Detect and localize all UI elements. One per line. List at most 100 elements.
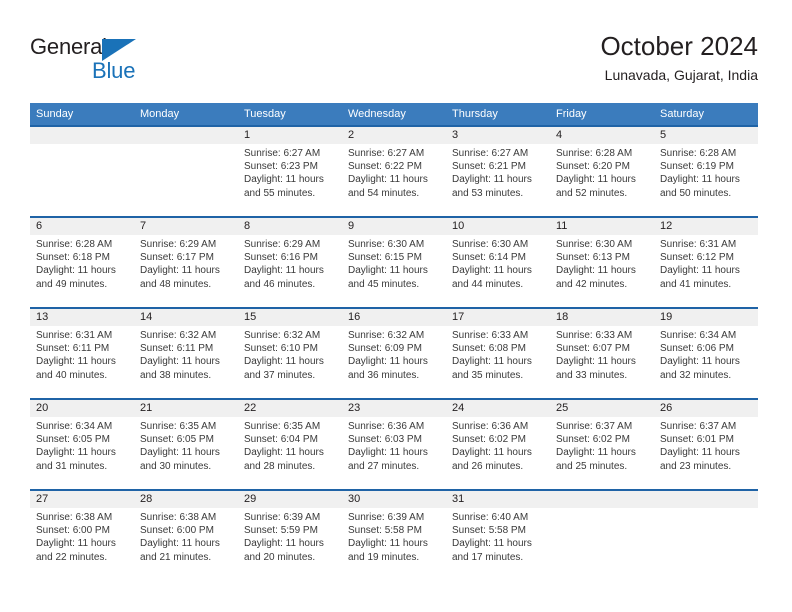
day-number[interactable]: 26 xyxy=(654,400,758,417)
daylight-text-line2: and 50 minutes. xyxy=(660,187,732,199)
day-cell[interactable]: Sunrise: 6:39 AM Sunset: 5:59 PM Dayligh… xyxy=(238,508,342,580)
day-number[interactable] xyxy=(550,491,654,508)
day-number[interactable]: 31 xyxy=(446,491,550,508)
day-cell[interactable]: Sunrise: 6:38 AM Sunset: 6:00 PM Dayligh… xyxy=(30,508,134,580)
day-cell[interactable]: Sunrise: 6:28 AM Sunset: 6:20 PM Dayligh… xyxy=(550,144,654,216)
day-cell[interactable]: Sunrise: 6:38 AM Sunset: 6:00 PM Dayligh… xyxy=(134,508,238,580)
daylight-text-line2: and 36 minutes. xyxy=(348,369,420,381)
brand-logo[interactable]: General Blue xyxy=(30,34,160,88)
brand-name-blue: Blue xyxy=(92,58,136,83)
day-number[interactable]: 24 xyxy=(446,400,550,417)
daylight-text-line2: and 45 minutes. xyxy=(348,278,420,290)
day-cell[interactable]: Sunrise: 6:27 AM Sunset: 6:23 PM Dayligh… xyxy=(238,144,342,216)
day-cell[interactable]: Sunrise: 6:35 AM Sunset: 6:04 PM Dayligh… xyxy=(238,417,342,489)
sunset-text: Sunset: 6:00 PM xyxy=(140,525,214,537)
day-number[interactable]: 11 xyxy=(550,218,654,235)
sunset-text: Sunset: 6:20 PM xyxy=(556,161,630,173)
day-number[interactable]: 1 xyxy=(238,127,342,144)
day-cell[interactable]: Sunrise: 6:27 AM Sunset: 6:21 PM Dayligh… xyxy=(446,144,550,216)
day-cell[interactable]: Sunrise: 6:28 AM Sunset: 6:18 PM Dayligh… xyxy=(30,235,134,307)
day-number[interactable]: 23 xyxy=(342,400,446,417)
day-number[interactable]: 7 xyxy=(134,218,238,235)
sunset-text: Sunset: 6:01 PM xyxy=(660,434,734,446)
day-number[interactable]: 12 xyxy=(654,218,758,235)
day-cell[interactable] xyxy=(654,508,758,580)
day-number[interactable]: 4 xyxy=(550,127,654,144)
day-number[interactable]: 5 xyxy=(654,127,758,144)
daylight-text-line1: Daylight: 11 hours xyxy=(244,538,324,550)
sunset-text: Sunset: 6:10 PM xyxy=(244,343,318,355)
day-number[interactable]: 29 xyxy=(238,491,342,508)
daylight-text-line1: Daylight: 11 hours xyxy=(660,356,740,368)
day-cell[interactable]: Sunrise: 6:34 AM Sunset: 6:06 PM Dayligh… xyxy=(654,326,758,398)
day-number[interactable] xyxy=(654,491,758,508)
day-cell[interactable]: Sunrise: 6:29 AM Sunset: 6:17 PM Dayligh… xyxy=(134,235,238,307)
day-cell[interactable]: Sunrise: 6:30 AM Sunset: 6:15 PM Dayligh… xyxy=(342,235,446,307)
daylight-text-line2: and 49 minutes. xyxy=(36,278,108,290)
day-number[interactable]: 25 xyxy=(550,400,654,417)
day-number[interactable]: 27 xyxy=(30,491,134,508)
day-number[interactable]: 16 xyxy=(342,309,446,326)
sunset-text: Sunset: 6:02 PM xyxy=(556,434,630,446)
day-number[interactable]: 9 xyxy=(342,218,446,235)
week-row: 20 21 22 23 24 25 26 Sunrise: 6:34 AM Su… xyxy=(30,398,758,489)
calendar-page: General Blue October 2024 Lunavada, Guja… xyxy=(0,0,792,612)
daylight-text-line2: and 55 minutes. xyxy=(244,187,316,199)
day-number[interactable]: 15 xyxy=(238,309,342,326)
day-cell[interactable]: Sunrise: 6:34 AM Sunset: 6:05 PM Dayligh… xyxy=(30,417,134,489)
day-cell[interactable]: Sunrise: 6:31 AM Sunset: 6:12 PM Dayligh… xyxy=(654,235,758,307)
day-number[interactable]: 17 xyxy=(446,309,550,326)
day-number[interactable]: 21 xyxy=(134,400,238,417)
day-number[interactable] xyxy=(134,127,238,144)
daylight-text-line1: Daylight: 11 hours xyxy=(36,265,116,277)
day-cell[interactable]: Sunrise: 6:35 AM Sunset: 6:05 PM Dayligh… xyxy=(134,417,238,489)
day-cell[interactable]: Sunrise: 6:37 AM Sunset: 6:01 PM Dayligh… xyxy=(654,417,758,489)
day-cell[interactable]: Sunrise: 6:32 AM Sunset: 6:11 PM Dayligh… xyxy=(134,326,238,398)
day-number[interactable]: 14 xyxy=(134,309,238,326)
day-cell[interactable]: Sunrise: 6:30 AM Sunset: 6:14 PM Dayligh… xyxy=(446,235,550,307)
day-number[interactable] xyxy=(30,127,134,144)
day-cell[interactable]: Sunrise: 6:32 AM Sunset: 6:10 PM Dayligh… xyxy=(238,326,342,398)
daylight-text-line1: Daylight: 11 hours xyxy=(452,265,532,277)
day-cell[interactable]: Sunrise: 6:32 AM Sunset: 6:09 PM Dayligh… xyxy=(342,326,446,398)
sunset-text: Sunset: 6:16 PM xyxy=(244,252,318,264)
day-cell[interactable]: Sunrise: 6:36 AM Sunset: 6:02 PM Dayligh… xyxy=(446,417,550,489)
sunset-text: Sunset: 6:09 PM xyxy=(348,343,422,355)
day-number[interactable]: 13 xyxy=(30,309,134,326)
week-detail-band: Sunrise: 6:38 AM Sunset: 6:00 PM Dayligh… xyxy=(30,508,758,580)
sunset-text: Sunset: 6:06 PM xyxy=(660,343,734,355)
day-cell[interactable]: Sunrise: 6:33 AM Sunset: 6:08 PM Dayligh… xyxy=(446,326,550,398)
day-cell[interactable] xyxy=(550,508,654,580)
day-cell[interactable]: Sunrise: 6:28 AM Sunset: 6:19 PM Dayligh… xyxy=(654,144,758,216)
day-cell[interactable]: Sunrise: 6:30 AM Sunset: 6:13 PM Dayligh… xyxy=(550,235,654,307)
day-number[interactable]: 22 xyxy=(238,400,342,417)
day-number[interactable]: 3 xyxy=(446,127,550,144)
day-cell[interactable]: Sunrise: 6:27 AM Sunset: 6:22 PM Dayligh… xyxy=(342,144,446,216)
day-cell[interactable]: Sunrise: 6:36 AM Sunset: 6:03 PM Dayligh… xyxy=(342,417,446,489)
sunrise-text: Sunrise: 6:34 AM xyxy=(660,330,737,341)
sunrise-text: Sunrise: 6:31 AM xyxy=(36,330,113,341)
day-number[interactable]: 10 xyxy=(446,218,550,235)
day-number[interactable]: 18 xyxy=(550,309,654,326)
day-number[interactable]: 30 xyxy=(342,491,446,508)
day-cell[interactable] xyxy=(134,144,238,216)
day-cell[interactable] xyxy=(30,144,134,216)
daylight-text-line2: and 33 minutes. xyxy=(556,369,628,381)
daylight-text-line1: Daylight: 11 hours xyxy=(140,265,220,277)
day-cell[interactable]: Sunrise: 6:29 AM Sunset: 6:16 PM Dayligh… xyxy=(238,235,342,307)
day-number[interactable]: 2 xyxy=(342,127,446,144)
day-cell[interactable]: Sunrise: 6:33 AM Sunset: 6:07 PM Dayligh… xyxy=(550,326,654,398)
day-number[interactable]: 6 xyxy=(30,218,134,235)
day-number[interactable]: 20 xyxy=(30,400,134,417)
day-cell[interactable]: Sunrise: 6:37 AM Sunset: 6:02 PM Dayligh… xyxy=(550,417,654,489)
day-number[interactable]: 8 xyxy=(238,218,342,235)
day-cell[interactable]: Sunrise: 6:39 AM Sunset: 5:58 PM Dayligh… xyxy=(342,508,446,580)
sunrise-text: Sunrise: 6:29 AM xyxy=(140,239,217,250)
daylight-text-line2: and 25 minutes. xyxy=(556,460,628,472)
day-number[interactable]: 19 xyxy=(654,309,758,326)
day-cell[interactable]: Sunrise: 6:31 AM Sunset: 6:11 PM Dayligh… xyxy=(30,326,134,398)
daylight-text-line2: and 28 minutes. xyxy=(244,460,316,472)
sunrise-text: Sunrise: 6:34 AM xyxy=(36,421,113,432)
day-number[interactable]: 28 xyxy=(134,491,238,508)
day-cell[interactable]: Sunrise: 6:40 AM Sunset: 5:58 PM Dayligh… xyxy=(446,508,550,580)
